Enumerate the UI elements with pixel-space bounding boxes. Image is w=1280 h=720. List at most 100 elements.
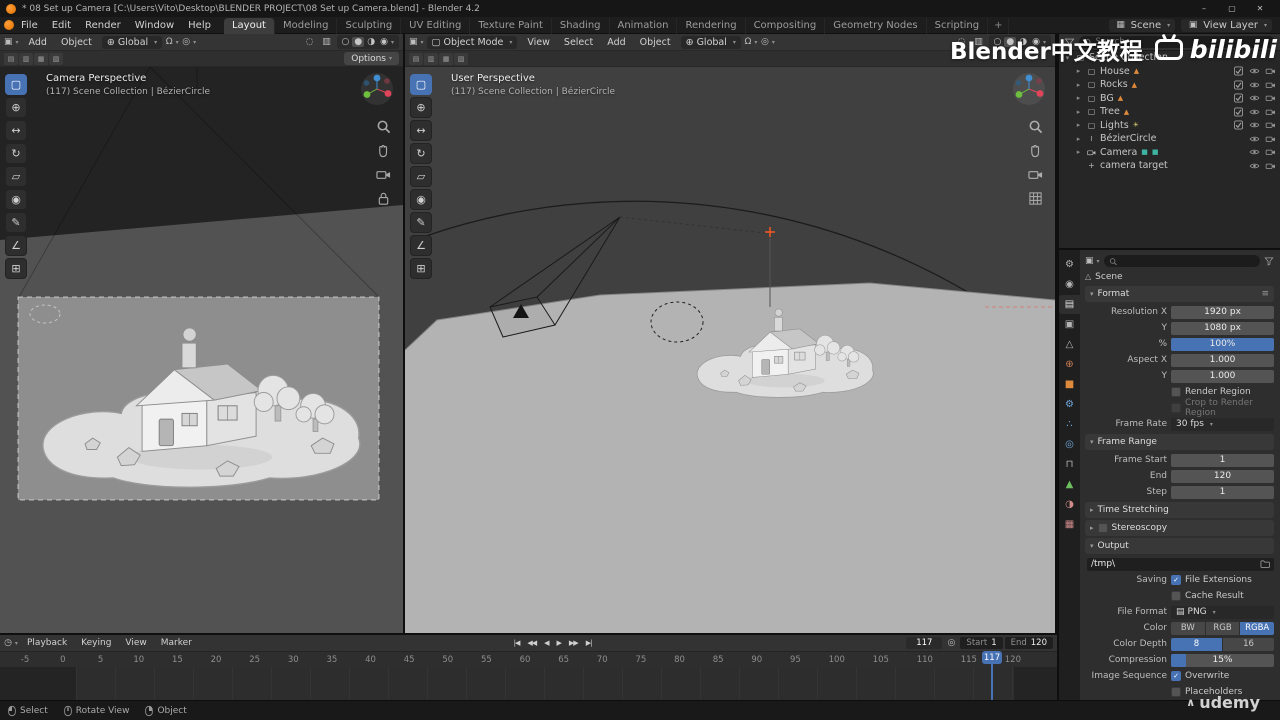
selectable-checkbox-icon[interactable] [1233,66,1244,76]
menu-add[interactable]: Add [22,35,54,50]
jump-to-start-button[interactable]: |◀ [510,639,524,647]
expand-icon[interactable]: ▸ [1074,108,1083,116]
tool-cursor[interactable]: ⊕ [410,97,432,118]
modifiers-properties-tab[interactable]: ⚙ [1059,395,1080,414]
workspace-tab-modeling[interactable]: Modeling [275,17,338,34]
hide-viewport-icon[interactable] [1249,147,1260,157]
expand-icon[interactable]: ▸ [1074,135,1083,143]
tool-settings-icon-4[interactable]: ▧ [49,52,63,65]
frame-end-field[interactable]: 120 [1171,469,1274,483]
options-button[interactable]: Options [344,52,399,65]
view-layer-properties-tab[interactable]: ▣ [1059,315,1080,334]
shading-wireframe-icon[interactable]: ○ [992,37,1004,47]
workspace-tab-scripting[interactable]: Scripting [927,17,989,34]
physics-properties-tab[interactable]: ◎ [1059,435,1080,454]
filter-funnel-icon[interactable] [1264,256,1274,266]
selectable-checkbox-icon[interactable] [1233,120,1244,130]
cache-result-checkbox[interactable] [1171,591,1181,601]
color-rgba-button[interactable]: RGBA [1240,621,1275,635]
file-extensions-checkbox[interactable] [1171,575,1181,585]
expand-icon[interactable]: ▸ [1074,121,1083,129]
shading-rendered-icon[interactable]: ◉ [1030,37,1048,47]
transform-orientation-dropdown[interactable]: ⊕ Global [680,35,741,49]
blender-menu-icon[interactable] [4,20,14,30]
tool-transform[interactable]: ◉ [5,189,27,210]
xray-toggle-icon[interactable]: ▥ [972,36,986,49]
tool-settings-icon-2[interactable]: ▥ [19,52,33,65]
file-format-dropdown[interactable]: ▤ PNG [1171,605,1274,619]
disable-render-icon[interactable] [1265,66,1276,76]
expand-icon[interactable]: ▸ [1074,81,1083,89]
menu-object[interactable]: Object [633,35,678,50]
object-properties-tab[interactable]: ■ [1059,375,1080,394]
disable-render-icon[interactable] [1265,161,1276,171]
tool-add-cube[interactable]: ⊞ [410,258,432,279]
snap-magnet-icon[interactable]: Ω [165,36,179,49]
output-path-field[interactable]: /tmp\ [1087,557,1274,571]
menu-view[interactable]: View [520,35,557,50]
expand-icon[interactable]: ▾ [1063,54,1072,62]
open-folder-icon[interactable] [1260,559,1270,569]
menu-object[interactable]: Object [54,35,99,50]
menu-view[interactable]: View [118,636,153,651]
tool-settings-icon-3[interactable]: ▦ [34,52,48,65]
jump-to-next-keyframe-button[interactable]: ▶▶ [565,639,582,647]
compression-slider[interactable]: 15% [1171,653,1274,667]
workspace-tab-geometry-nodes[interactable]: Geometry Nodes [825,17,927,34]
xray-toggle-icon[interactable]: ▥ [320,36,334,49]
play-button[interactable]: ▶ [553,639,565,647]
aspect-x-field[interactable]: 1.000 [1171,353,1274,367]
selectable-checkbox-icon[interactable] [1233,107,1244,117]
menu-playback[interactable]: Playback [20,636,74,651]
disable-render-icon[interactable] [1265,147,1276,157]
menu-add[interactable]: Add [600,35,632,50]
toggle-camera-view-button[interactable] [1028,167,1043,182]
menu-marker[interactable]: Marker [154,636,199,651]
properties-search[interactable] [1103,255,1260,267]
constraints-properties-tab[interactable]: ⊓ [1059,455,1080,474]
disable-render-icon[interactable] [1265,107,1276,117]
texture-properties-tab[interactable]: ▦ [1059,515,1080,534]
hide-viewport-icon[interactable] [1249,93,1260,103]
material-properties-tab[interactable]: ◑ [1059,495,1080,514]
workspace-tab-layout[interactable]: Layout [223,17,275,34]
editor-type-button[interactable]: ▣ [1085,256,1100,266]
overlays-toggle-icon[interactable]: ◌ [303,36,317,49]
scene-selector[interactable]: ▦ Scene [1108,18,1176,32]
tool-settings-icon-3[interactable]: ▦ [439,52,453,65]
outliner-row-rocks[interactable]: ▸ ▢ Rocks ▲ [1059,78,1280,92]
overlays-toggle-icon[interactable]: ◌ [955,36,969,49]
section-stereoscopy[interactable]: Stereoscopy [1085,520,1274,536]
presets-menu-icon[interactable]: ≡ [1261,289,1269,299]
jump-to-end-button[interactable]: ▶| [582,639,596,647]
resolution-x-field[interactable]: 1920 px [1171,305,1274,319]
section-time-stretching[interactable]: Time Stretching [1085,502,1274,518]
frame-start-field[interactable]: Start 1 [960,637,1003,649]
view-layer-selector[interactable]: ▣ View Layer [1181,18,1272,32]
outliner-row-camera-target[interactable]: + camera target [1059,159,1280,173]
workspace-tab-shading[interactable]: Shading [552,17,610,34]
tool-add-cube[interactable]: ⊞ [5,258,27,279]
frame-end-field[interactable]: End 120 [1004,637,1053,649]
outliner-row-house[interactable]: ▸ ▢ House ▲ [1059,65,1280,79]
scene-properties-tab[interactable]: △ [1059,335,1080,354]
overwrite-checkbox[interactable] [1171,671,1181,681]
tool-properties-tab[interactable]: ⚙ [1059,255,1080,274]
hide-viewport-icon[interactable] [1249,66,1260,76]
tool-rotate[interactable]: ↻ [410,143,432,164]
render-region-checkbox[interactable] [1171,387,1181,397]
current-frame-field[interactable]: 117 [906,637,943,649]
zoom-button[interactable] [1028,119,1043,134]
tool-measure[interactable]: ∠ [410,235,432,256]
aspect-y-field[interactable]: 1.000 [1171,369,1274,383]
transform-orientation-dropdown[interactable]: ⊕ Global [101,35,163,49]
tool-scale[interactable]: ▱ [5,166,27,187]
workspace-tab-sculpting[interactable]: Sculpting [337,17,402,34]
tool-measure[interactable]: ∠ [5,235,27,256]
selectable-checkbox-icon[interactable] [1233,80,1244,90]
disable-render-icon[interactable] [1265,80,1276,90]
outliner-row-b-ziercircle[interactable]: ▸ ≀ BézierCircle [1059,132,1280,146]
properties-search-input[interactable] [1119,256,1255,266]
navigation-gizmo[interactable] [360,72,394,106]
tool-select-box[interactable]: ▢ [5,74,27,95]
